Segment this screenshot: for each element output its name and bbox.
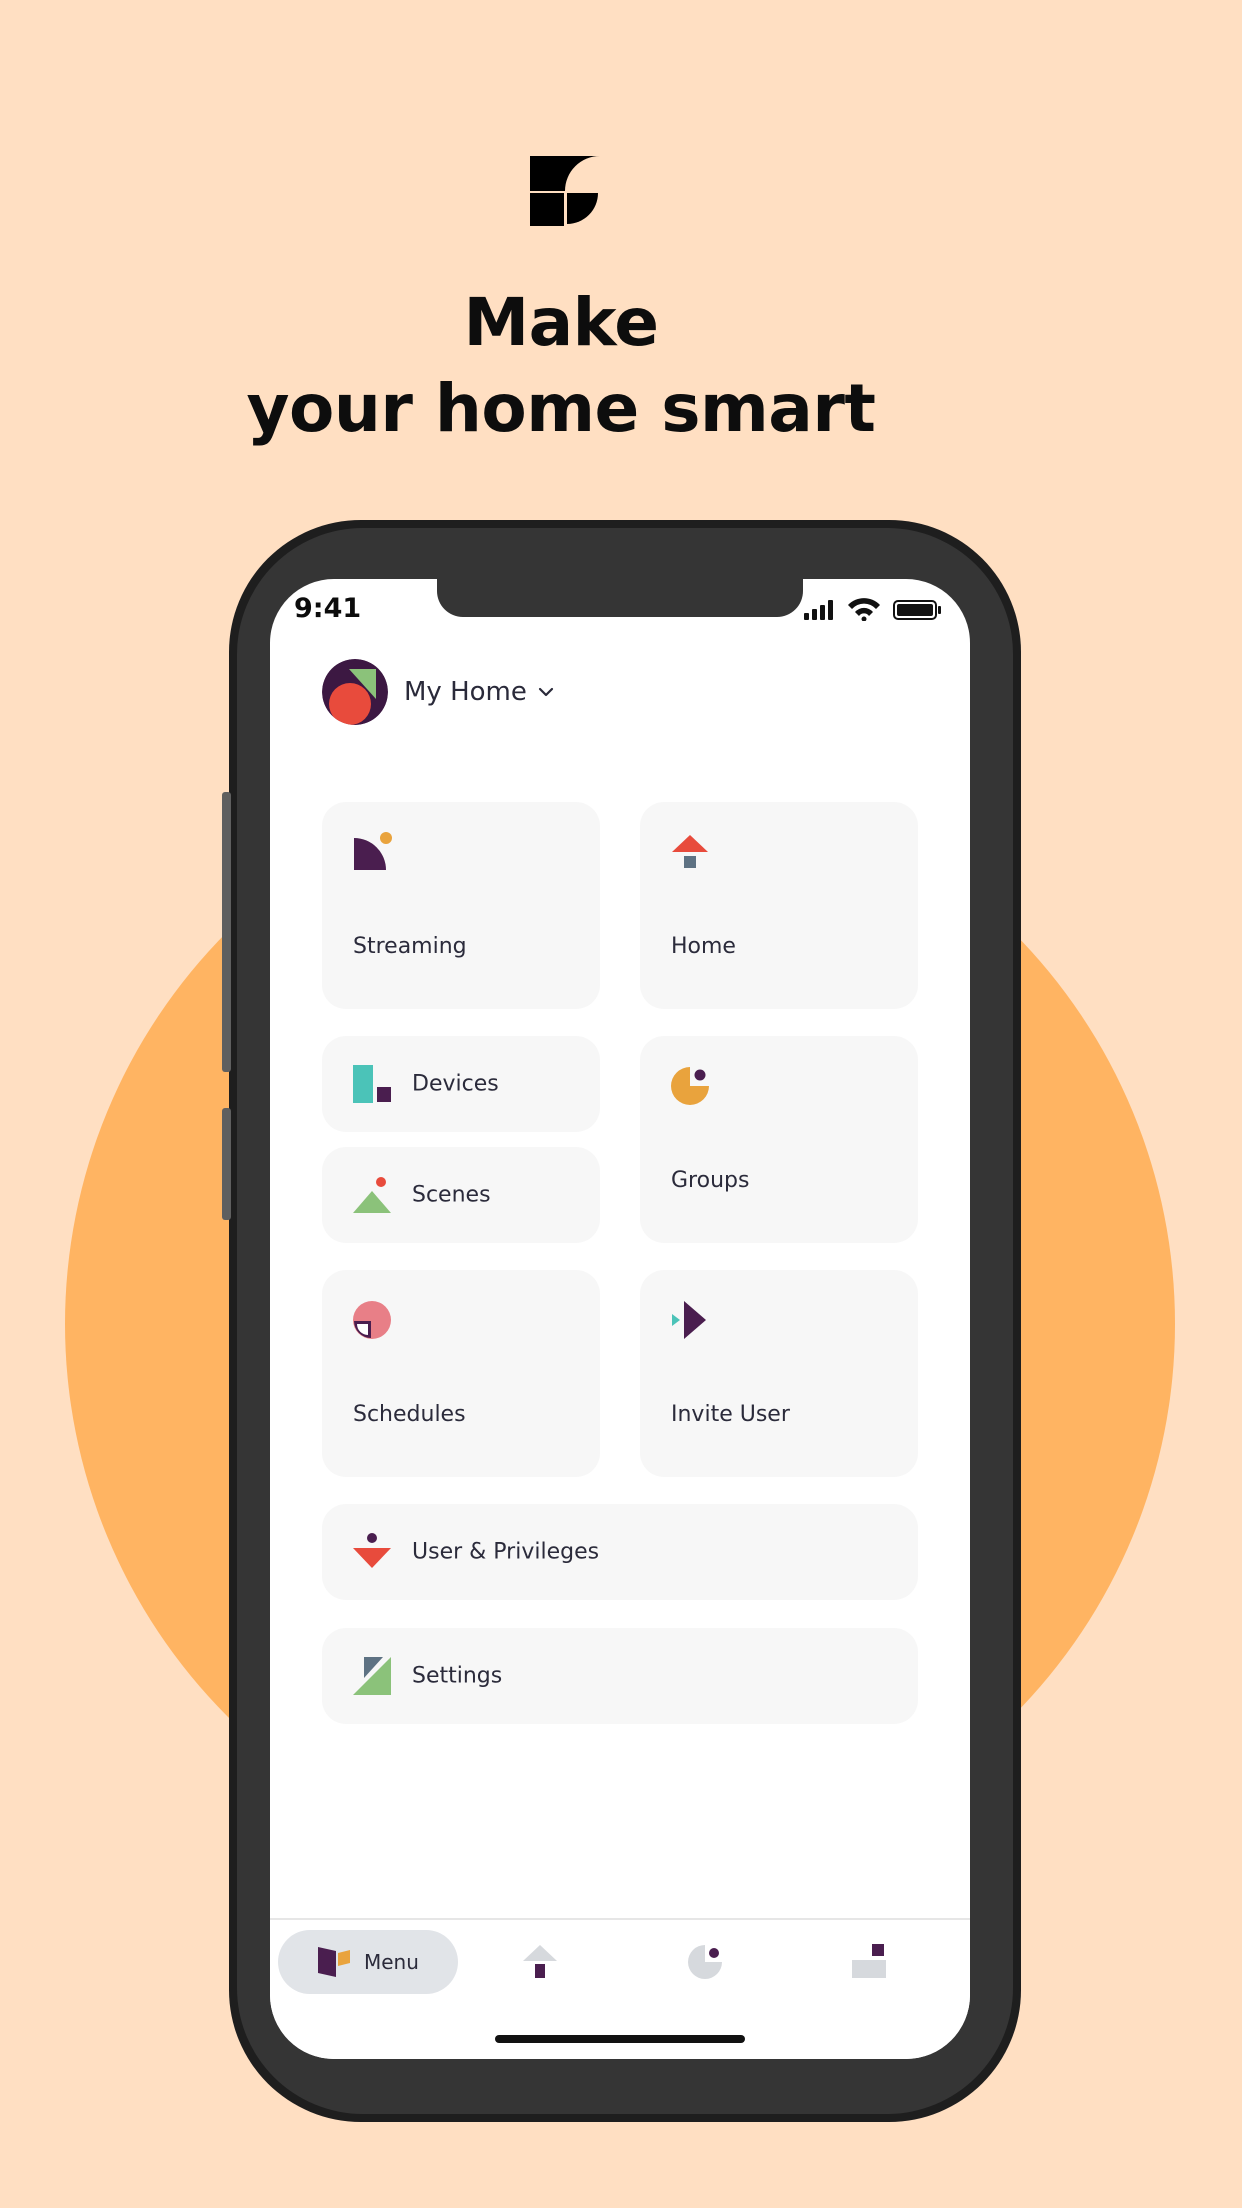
groups-icon <box>671 1067 709 1105</box>
wifi-icon <box>848 598 880 621</box>
streaming-icon <box>354 832 392 870</box>
home-selector[interactable]: My Home <box>322 659 555 725</box>
phone-side-button <box>222 792 231 1072</box>
tile-label: Invite User <box>671 1402 790 1427</box>
tab-home-icon[interactable] <box>520 1942 560 1982</box>
tile-label: User & Privileges <box>412 1539 600 1565</box>
tile-settings[interactable]: Settings <box>322 1628 918 1724</box>
status-icons <box>804 598 941 621</box>
tile-label: Settings <box>412 1663 503 1689</box>
tile-devices[interactable]: Devices <box>322 1036 600 1132</box>
tile-scenes[interactable]: Scenes <box>322 1147 600 1243</box>
chevron-down-icon <box>538 687 553 697</box>
home-icon <box>672 835 708 868</box>
battery-icon <box>893 600 941 620</box>
signal-icon <box>804 613 809 620</box>
tile-schedules[interactable]: Schedules <box>322 1270 600 1477</box>
tile-label: Devices <box>412 1071 499 1097</box>
tile-label: Schedules <box>353 1402 466 1427</box>
tab-menu-label: Menu <box>364 1950 419 1974</box>
home-indicator <box>495 2035 745 2043</box>
headline-line-2: your home smart <box>246 370 876 447</box>
phone-screen: 9:41 My Home Streaming Home Devices Scen… <box>270 579 970 2059</box>
devices-icon <box>353 1065 391 1103</box>
app-store-screenshot: Make your home smart 9:41 My Home Stream… <box>0 0 1242 2208</box>
tab-groups-icon[interactable] <box>685 1942 725 1982</box>
tile-label: Home <box>671 934 736 959</box>
tile-streaming[interactable]: Streaming <box>322 802 600 1009</box>
phone-notch <box>437 579 803 617</box>
phone-side-button <box>222 1108 231 1220</box>
tile-groups[interactable]: Groups <box>640 1036 918 1243</box>
app-logo <box>530 156 600 226</box>
invite-user-icon <box>672 1301 706 1339</box>
tile-home[interactable]: Home <box>640 802 918 1009</box>
headline-line-1: Make <box>463 284 659 361</box>
scenes-icon <box>353 1177 391 1213</box>
headline: Make your home smart <box>0 280 1122 452</box>
tab-devices-icon[interactable] <box>850 1942 890 1982</box>
home-avatar <box>322 659 388 725</box>
tile-label: Streaming <box>353 934 467 959</box>
tile-invite-user[interactable]: Invite User <box>640 1270 918 1477</box>
tile-label: Groups <box>671 1168 750 1193</box>
schedules-icon <box>353 1301 391 1339</box>
user-privileges-icon <box>353 1533 391 1568</box>
status-time: 9:41 <box>294 593 362 624</box>
tile-user-privileges[interactable]: User & Privileges <box>322 1504 918 1600</box>
home-name: My Home <box>404 677 527 707</box>
menu-icon <box>318 1947 350 1977</box>
settings-icon <box>353 1657 391 1695</box>
tab-menu[interactable]: Menu <box>278 1930 458 1994</box>
tile-label: Scenes <box>412 1182 491 1208</box>
